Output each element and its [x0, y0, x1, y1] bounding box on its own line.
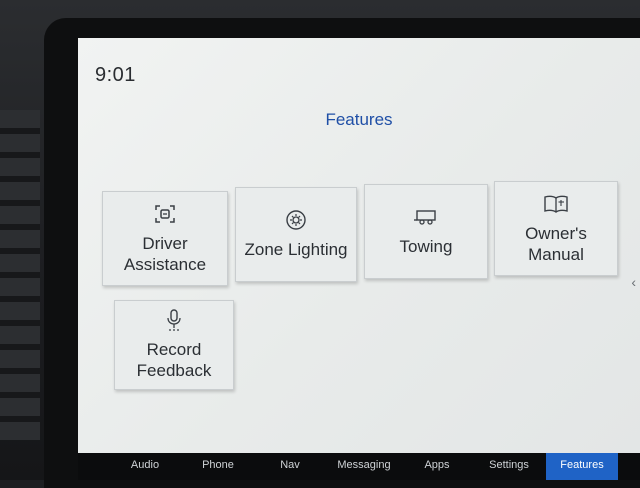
tile-towing[interactable]: Towing [364, 184, 488, 279]
tile-owners-manual[interactable]: Owner's Manual [494, 181, 618, 276]
nav-phone[interactable]: Phone [182, 453, 254, 480]
trailer-icon [413, 206, 439, 228]
nav-apps[interactable]: Apps [402, 453, 472, 480]
nav-audio[interactable]: Audio [108, 453, 182, 480]
tile-record-feedback[interactable]: Record Feedback [114, 300, 234, 390]
zone-lighting-icon [284, 209, 308, 231]
nav-nav[interactable]: Nav [254, 453, 326, 480]
driver-assist-icon [154, 203, 176, 225]
nav-features[interactable]: Features [546, 453, 618, 480]
clock: 9:01 [95, 64, 136, 86]
tile-label: Driver Assistance [123, 233, 207, 274]
tile-label: Towing [399, 237, 453, 256]
tile-driver-assistance[interactable]: Driver Assistance [102, 191, 228, 286]
nav-messaging[interactable]: Messaging [326, 453, 402, 480]
book-icon [543, 193, 569, 215]
nav-settings[interactable]: Settings [472, 453, 546, 480]
tile-label: Record Feedback [136, 340, 212, 380]
tile-label: Zone Lighting [244, 240, 348, 259]
page-title: Features [325, 110, 393, 129]
infotainment-screen: 9:01 Features Driver Assistance Zone Lig… [78, 38, 640, 453]
bottom-nav-bar: Audio Phone Nav Messaging Apps Settings … [78, 453, 640, 480]
chevron-left-icon[interactable]: ‹ [631, 274, 636, 290]
air-vent [0, 110, 40, 440]
tile-zone-lighting[interactable]: Zone Lighting [235, 187, 357, 282]
microphone-icon [166, 309, 182, 331]
tile-label: Owner's Manual [525, 223, 587, 264]
